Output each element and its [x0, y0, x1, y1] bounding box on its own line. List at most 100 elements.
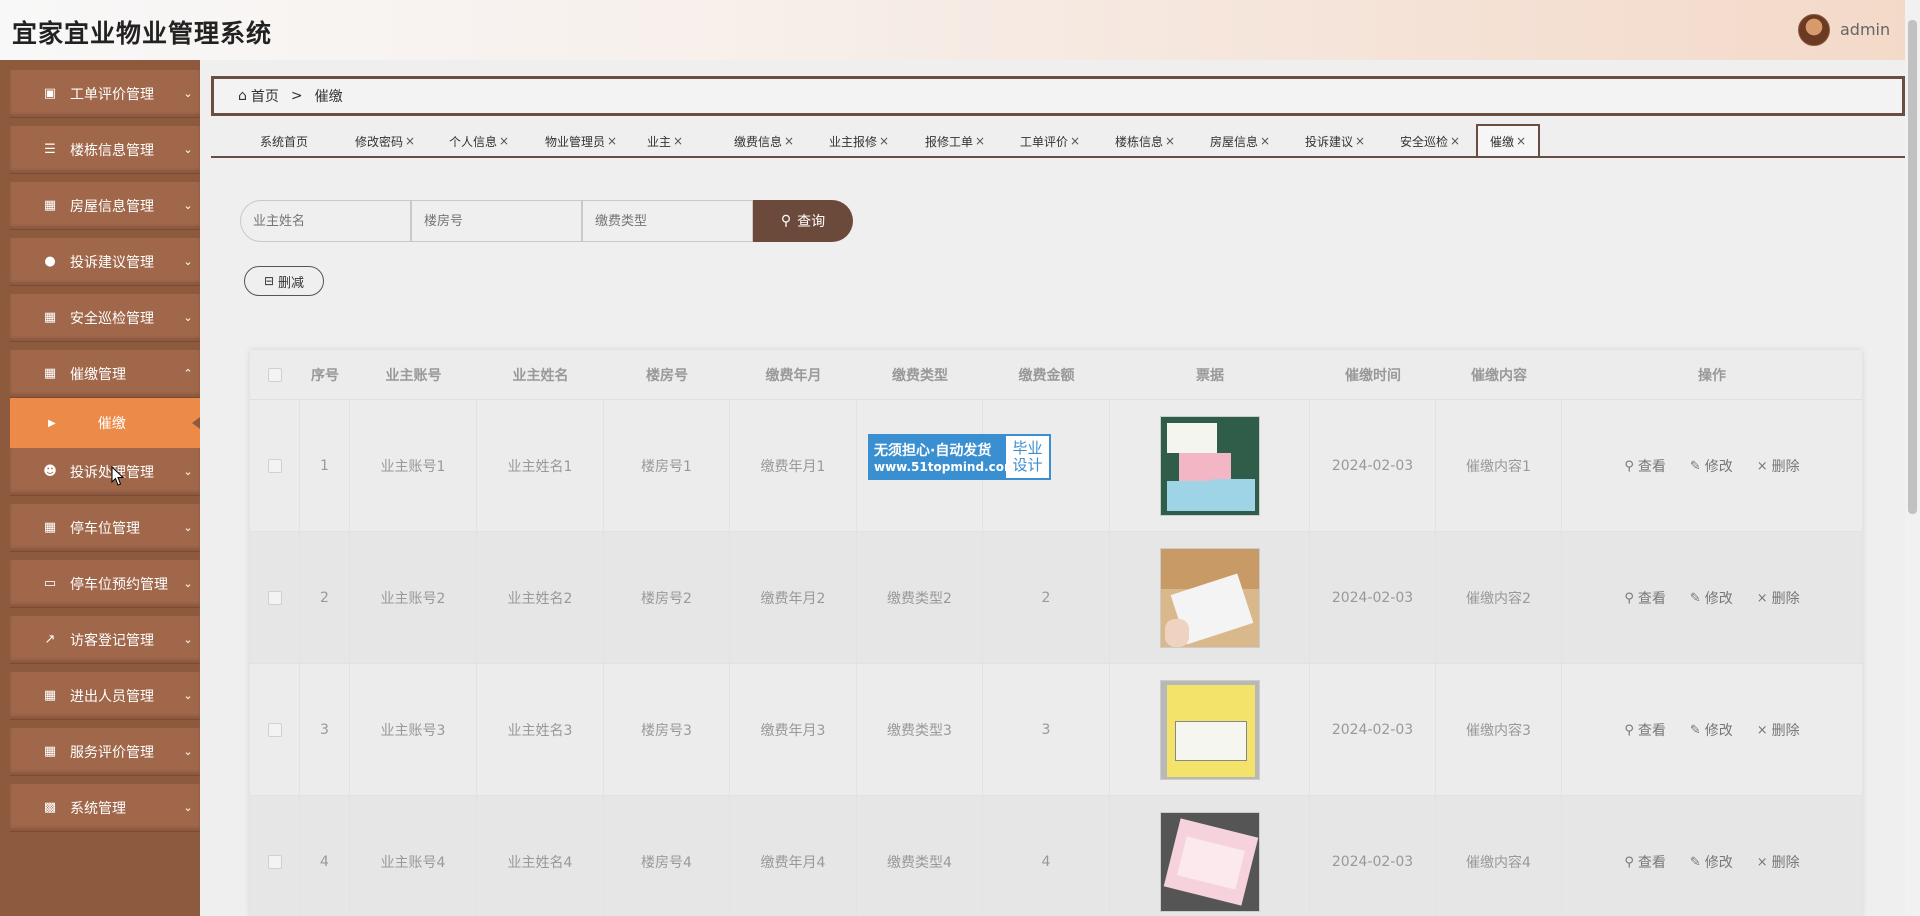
- tab-property-admin[interactable]: 物业管理员 ×: [545, 126, 617, 156]
- batch-delete-button[interactable]: ⊟ 删减: [244, 266, 324, 296]
- cell-reminder-time: 2024-02-03: [1310, 664, 1436, 796]
- close-icon[interactable]: ×: [1070, 134, 1080, 148]
- tab-label: 催缴: [1490, 134, 1515, 149]
- row-checkbox[interactable]: [267, 591, 282, 605]
- tab-order-review[interactable]: 工单评价 ×: [1020, 126, 1080, 156]
- view-button[interactable]: ⚲ 查看: [1624, 588, 1666, 608]
- sidebar-item-reminder[interactable]: ▦ 催缴管理 ⌃: [10, 350, 200, 398]
- view-button[interactable]: ⚲ 查看: [1624, 456, 1666, 476]
- tab-label: 业主报修: [829, 134, 878, 149]
- close-icon[interactable]: ×: [1516, 134, 1526, 148]
- close-icon[interactable]: ×: [879, 134, 889, 148]
- cell-index: 1: [300, 400, 350, 532]
- delete-button[interactable]: × 删除: [1757, 456, 1800, 476]
- select-all-checkbox[interactable]: [268, 368, 282, 382]
- close-icon[interactable]: ×: [1260, 134, 1270, 148]
- tab-payment-info[interactable]: 缴费信息 ×: [734, 126, 794, 156]
- close-icon[interactable]: ×: [1450, 134, 1460, 148]
- pencil-icon: ✎: [1689, 590, 1701, 606]
- close-icon[interactable]: ×: [405, 134, 415, 148]
- cell-fee-type: 缴费类型2: [857, 532, 983, 664]
- sidebar-item-safety-patrol[interactable]: ▦ 安全巡检管理 ⌄: [10, 294, 200, 342]
- sidebar-item-work-order-review[interactable]: ▣ 工单评价管理 ⌄: [10, 70, 200, 118]
- mouse-cursor-icon: [111, 466, 125, 486]
- tab-reminder[interactable]: 催缴 ×: [1476, 124, 1541, 156]
- sidebar-item-parking[interactable]: ▦ 停车位管理 ⌄: [10, 504, 200, 552]
- query-button[interactable]: ⚲ 查询: [753, 200, 853, 242]
- top-bar: 宜家宜业物业管理系统 admin: [0, 0, 1920, 60]
- tab-owner-repair[interactable]: 业主报修 ×: [829, 126, 889, 156]
- row-checkbox-cell: [250, 664, 300, 796]
- edit-button[interactable]: ✎ 修改: [1690, 456, 1733, 476]
- delete-button[interactable]: × 删除: [1757, 588, 1800, 608]
- view-button[interactable]: ⚲ 查看: [1624, 852, 1666, 872]
- close-icon[interactable]: ×: [975, 134, 985, 148]
- sidebar-item-complaint-suggestion[interactable]: ● 投诉建议管理 ⌄: [10, 238, 200, 286]
- caret-right-icon: ▶: [48, 417, 56, 429]
- watermark-right2: 设计: [1012, 456, 1043, 474]
- sidebar-item-house-info[interactable]: ▦ 房屋信息管理 ⌄: [10, 182, 200, 230]
- close-icon[interactable]: ×: [499, 134, 509, 148]
- tab-change-password[interactable]: 修改密码 ×: [355, 126, 415, 156]
- close-icon[interactable]: ×: [1165, 134, 1175, 148]
- cell-amount: 4: [983, 796, 1110, 916]
- receipt-image[interactable]: [1159, 416, 1260, 516]
- cell-month: 缴费年月3: [730, 664, 857, 796]
- receipt-image[interactable]: [1159, 680, 1260, 780]
- tab-safety-patrol[interactable]: 安全巡检 ×: [1400, 126, 1460, 156]
- sidebar-subitem-reminder[interactable]: ▶ 催缴: [10, 398, 200, 448]
- close-icon[interactable]: ×: [1355, 134, 1365, 148]
- chevron-down-icon: ⌄: [183, 87, 193, 100]
- grid-icon: ▦: [43, 198, 57, 213]
- home-icon: ⌂: [238, 88, 247, 104]
- cell-reminder-content: 催缴内容1: [1436, 400, 1562, 532]
- sidebar-item-label: 停车位管理: [70, 520, 140, 537]
- close-icon[interactable]: ×: [607, 134, 617, 148]
- row-checkbox[interactable]: [267, 855, 282, 869]
- sidebar-item-parking-reservation[interactable]: ▭ 停车位预约管理 ⌄: [10, 560, 200, 608]
- user-name[interactable]: admin: [1840, 20, 1890, 39]
- monitor-icon: ▭: [43, 576, 57, 591]
- delete-button[interactable]: × 删除: [1757, 852, 1800, 872]
- sidebar-item-visitor-registration[interactable]: ↗ 访客登记管理 ⌄: [10, 616, 200, 664]
- scrollbar-thumb[interactable]: [1908, 20, 1917, 514]
- edit-button[interactable]: ✎ 修改: [1690, 720, 1733, 740]
- receipt-image[interactable]: [1159, 548, 1260, 648]
- column-header: 催缴内容: [1471, 368, 1527, 384]
- search-icon: ⚲: [1624, 458, 1634, 474]
- cell-actions: ⚲ 查看 ✎ 修改 × 删除: [1562, 664, 1862, 796]
- tab-profile[interactable]: 个人信息 ×: [449, 126, 509, 156]
- edit-button[interactable]: ✎ 修改: [1690, 588, 1733, 608]
- view-button[interactable]: ⚲ 查看: [1624, 720, 1666, 740]
- tab-building-info[interactable]: 楼栋信息 ×: [1115, 126, 1175, 156]
- tab-owner[interactable]: 业主 ×: [647, 126, 683, 156]
- tab-home[interactable]: 系统首页: [260, 126, 308, 156]
- active-indicator: [192, 417, 200, 429]
- page-scrollbar[interactable]: [1905, 0, 1920, 916]
- cell-receipt: [1110, 664, 1310, 796]
- room-number-input[interactable]: [411, 200, 582, 242]
- close-icon[interactable]: ×: [673, 134, 683, 148]
- close-icon[interactable]: ×: [784, 134, 794, 148]
- row-checkbox[interactable]: [267, 723, 282, 737]
- tab-complaint[interactable]: 投诉建议 ×: [1305, 126, 1365, 156]
- query-button-label: 查询: [797, 214, 826, 230]
- fee-type-input[interactable]: [582, 200, 753, 242]
- sidebar-item-service-review[interactable]: ▦ 服务评价管理 ⌄: [10, 728, 200, 776]
- user-avatar[interactable]: [1798, 14, 1830, 46]
- sidebar-item-building-info[interactable]: ☰ 楼栋信息管理 ⌄: [10, 126, 200, 174]
- tab-house-info[interactable]: 房屋信息 ×: [1210, 126, 1270, 156]
- owner-name-input[interactable]: [240, 200, 411, 242]
- sidebar-item-complaint-handling[interactable]: ☻ 投诉处理管理 ⌄: [10, 448, 200, 496]
- sidebar-item-entry-exit[interactable]: ▦ 进出人员管理 ⌄: [10, 672, 200, 720]
- receipt-image[interactable]: [1159, 812, 1260, 912]
- breadcrumb-current: 催缴: [314, 89, 343, 105]
- column-header: 业主账号: [385, 368, 442, 384]
- breadcrumb-home[interactable]: 首页: [251, 86, 279, 106]
- edit-label: 修改: [1704, 723, 1733, 739]
- delete-button[interactable]: × 删除: [1757, 720, 1800, 740]
- edit-button[interactable]: ✎ 修改: [1690, 852, 1733, 872]
- sidebar-item-system[interactable]: ▩ 系统管理 ⌄: [10, 784, 200, 832]
- tab-repair-order[interactable]: 报修工单 ×: [925, 126, 985, 156]
- row-checkbox[interactable]: [267, 459, 282, 473]
